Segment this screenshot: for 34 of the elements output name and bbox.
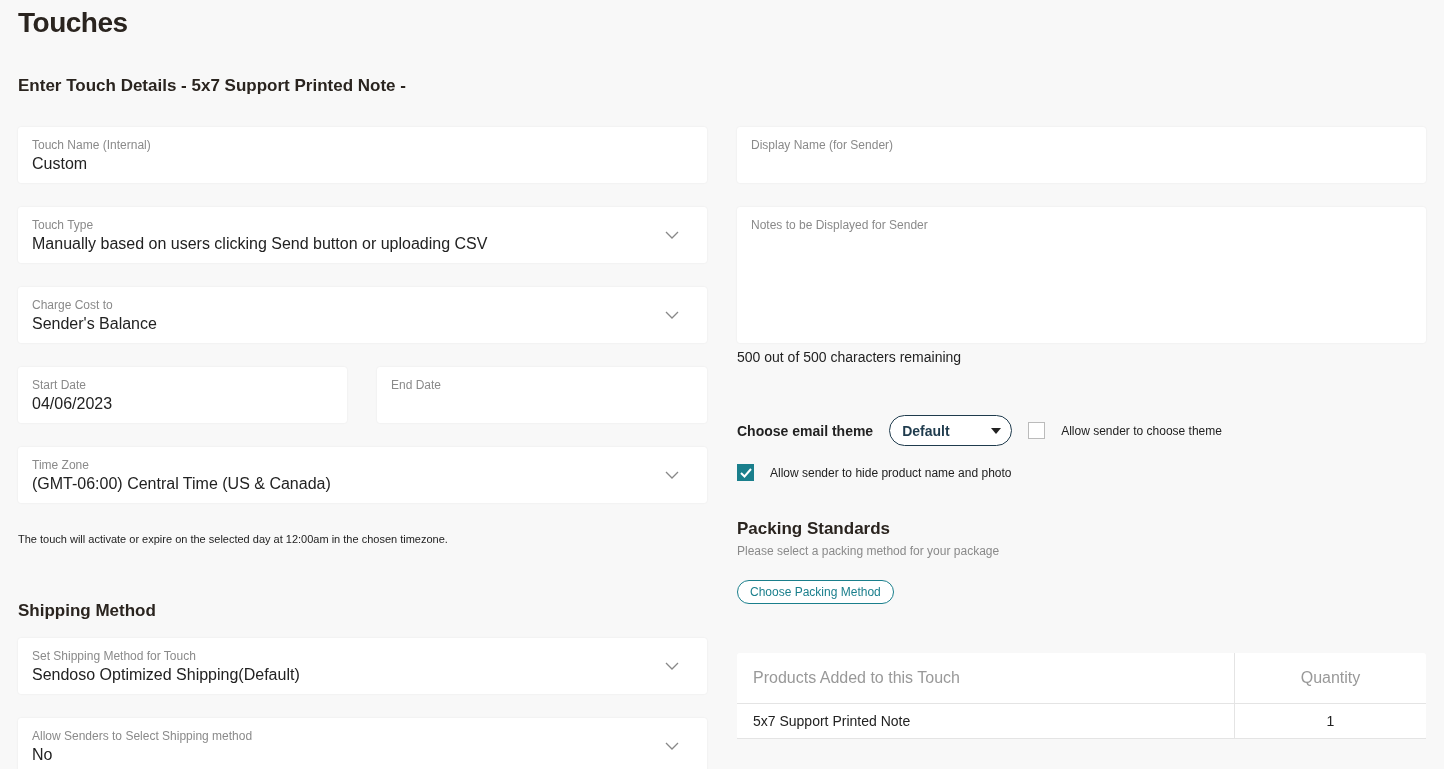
select-field[interactable]: Allow Senders to Select Shipping method No [18, 718, 707, 769]
column-header: Quantity [1299, 668, 1362, 688]
caret-icon [991, 427, 1002, 434]
choose-packing-button[interactable]: Choose Packing Method [737, 580, 894, 604]
checkbox-label: Allow sender to hide product name and photo [770, 465, 1012, 480]
timezone-note: The touch will activate or expire on the selected day at 12:00am in the chosen timezone. [18, 532, 449, 546]
column-header: Products Added to this Touch [737, 653, 1235, 703]
checkbox[interactable] [1028, 422, 1046, 439]
theme-label: Choose email theme [737, 422, 874, 439]
select-field[interactable]: Set Shipping Method for Touch Sendoso Optimized Shipping(Default) [18, 638, 707, 694]
text-area[interactable]: Notes to be Displayed for Sender [737, 207, 1426, 343]
chevron-down-icon [665, 662, 679, 670]
section-subtitle: Please select a packing method for your package [737, 544, 1001, 558]
select-field[interactable]: Charge Cost to Sender's Balance [18, 287, 707, 343]
section-heading: Packing Standards [737, 519, 892, 539]
select-field[interactable]: Time Zone (GMT-06:00) Central Time (US & Canada) [18, 447, 707, 503]
theme-dropdown[interactable]: Default [889, 415, 1013, 446]
date-field[interactable]: End Date [377, 367, 707, 423]
table-cell: 5x7 Support Printed Note [737, 704, 1235, 738]
chevron-down-icon [665, 742, 679, 750]
section-heading: Shipping Method [18, 601, 157, 621]
section-title: Enter Touch Details - 5x7 Support Printed Note - [18, 76, 407, 96]
checkbox[interactable] [737, 464, 754, 481]
character-counter: 500 out of 500 characters remaining [737, 349, 963, 365]
page-title: Touches [18, 6, 129, 40]
input-field[interactable]: Display Name (for Sender) [737, 127, 1426, 183]
date-field[interactable]: Start Date 04/06/2023 [18, 367, 347, 423]
chevron-down-icon [665, 311, 679, 319]
select-field[interactable]: Touch Type Manually based on users clicking Send button or uploading CSV [18, 207, 707, 263]
table-cell-text: 1 [1325, 712, 1336, 731]
chevron-down-icon [665, 471, 679, 479]
chevron-down-icon [665, 231, 679, 239]
input-field[interactable]: Touch Name (Internal) Custom [18, 127, 707, 183]
checkbox-label: Allow sender to choose theme [1061, 423, 1222, 438]
